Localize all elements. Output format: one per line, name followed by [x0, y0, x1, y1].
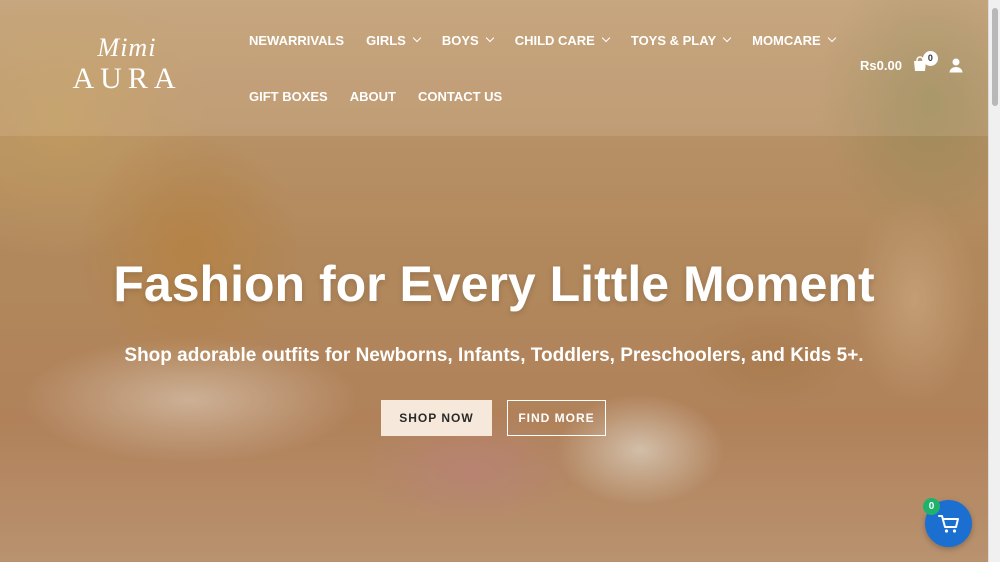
shop-now-button[interactable]: SHOP NOW — [381, 400, 492, 436]
scrollbar-thumb[interactable] — [992, 8, 998, 106]
hero-section: Fashion for Every Little Moment Shop ado… — [0, 0, 988, 562]
hero-subtitle: Shop adorable outfits for Newborns, Infa… — [124, 345, 864, 366]
find-more-button[interactable]: FIND MORE — [507, 400, 606, 436]
hero-title: Fashion for Every Little Moment — [113, 256, 875, 312]
cart-icon — [938, 515, 959, 533]
page-scrollbar[interactable] — [988, 0, 1000, 562]
floating-cart-button[interactable]: 0 — [923, 498, 972, 547]
floating-cart-count: 0 — [923, 498, 940, 515]
